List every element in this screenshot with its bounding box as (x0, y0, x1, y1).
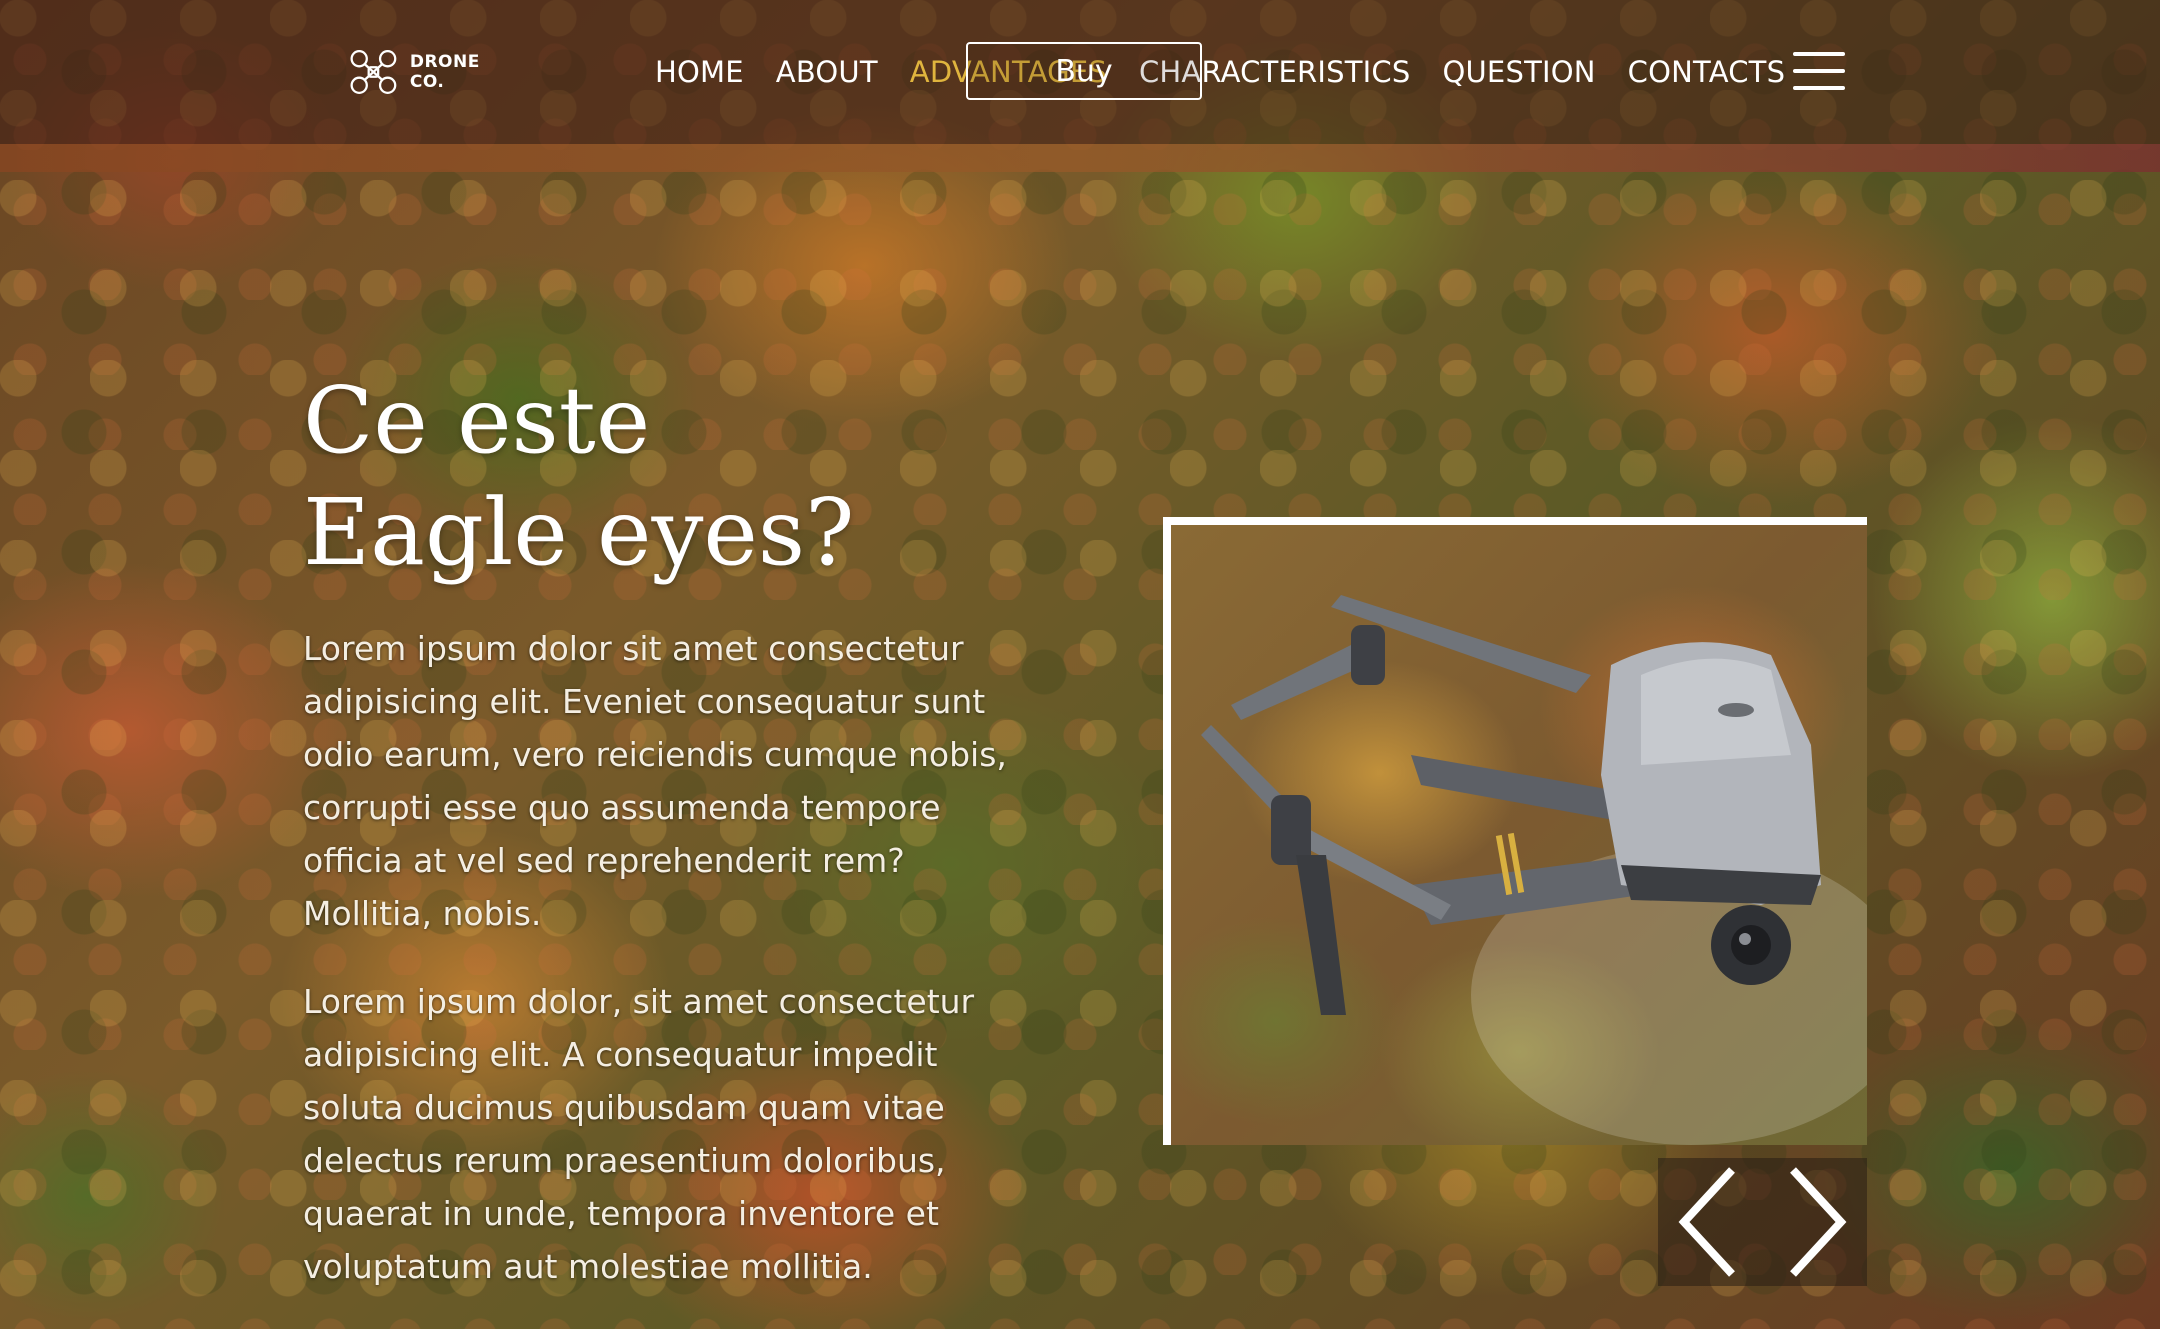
drone-image (1201, 595, 1867, 1145)
drone-image-frame (1163, 517, 1867, 1145)
header-divider (0, 144, 2160, 172)
nav-item-home[interactable]: HOME (655, 55, 744, 89)
hero-heading: Ce este Eagle eyes? (303, 367, 855, 586)
hero-paragraph-2: Lorem ipsum dolor, sit amet consectetur … (303, 982, 975, 1286)
hamburger-line (1793, 52, 1845, 56)
buy-button[interactable]: Buy (966, 42, 1202, 100)
hamburger-line (1793, 69, 1845, 73)
nav-item-about[interactable]: ABOUT (776, 55, 878, 89)
chevron-right-icon[interactable] (1775, 1162, 1855, 1282)
hero-paragraph-1: Lorem ipsum dolor sit amet consectetur a… (303, 629, 1007, 933)
hamburger-line (1793, 86, 1845, 90)
chevron-left-icon[interactable] (1670, 1162, 1750, 1282)
main-nav: HOME ABOUT ADVANTAGES CHARACTERISTICS QU… (655, 50, 1785, 94)
nav-item-question[interactable]: QUESTION (1442, 55, 1595, 89)
drone-logo-icon (350, 50, 397, 94)
hamburger-menu-icon[interactable] (1793, 52, 1845, 90)
slider-controls (1658, 1158, 1867, 1286)
logo[interactable]: DRONE CO. (345, 42, 515, 102)
logo-text: DRONE CO. (409, 52, 480, 92)
nav-item-contacts[interactable]: CONTACTS (1628, 55, 1786, 89)
